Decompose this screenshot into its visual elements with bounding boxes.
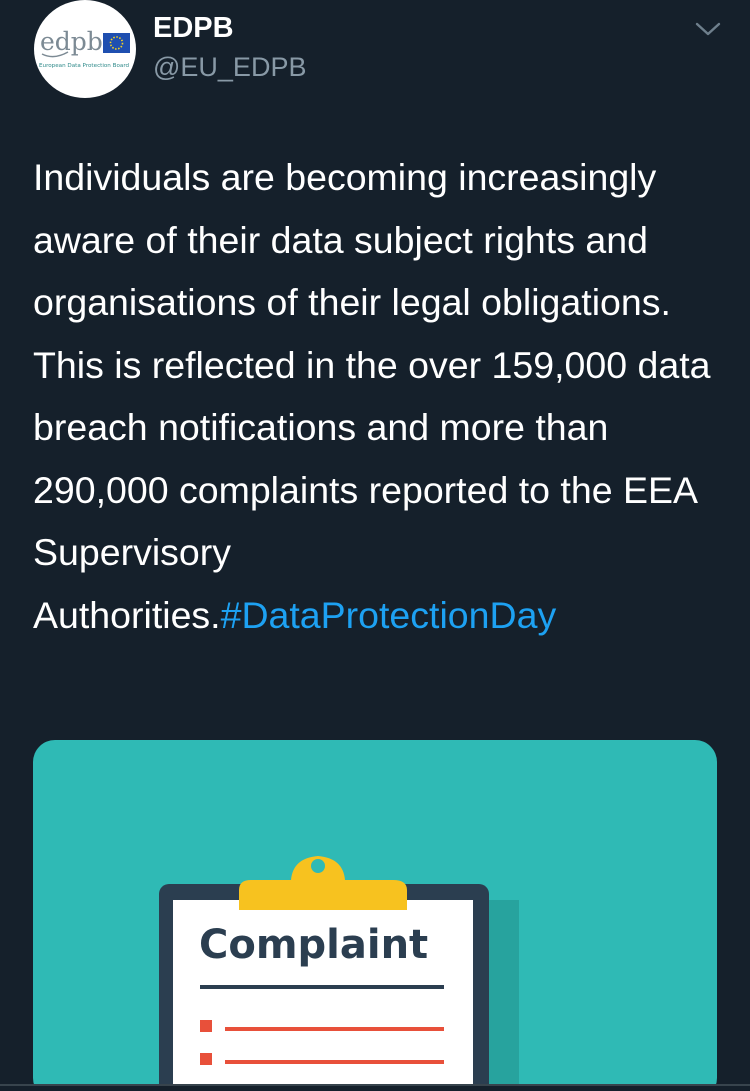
logo-text: edpb <box>40 27 103 56</box>
tweet-text: Individuals are becoming increasingly aw… <box>33 146 723 646</box>
clipboard-title: Complaint <box>199 922 429 968</box>
tweet-body: Individuals are becoming increasingly aw… <box>33 156 711 636</box>
avatar[interactable]: edpb European Data Protection Board <box>34 0 136 98</box>
hashtag-link[interactable]: #DataProtectionDay <box>221 594 557 636</box>
clipboard-illustration <box>159 856 519 1091</box>
user-handle[interactable]: @EU_EDPB <box>153 52 306 83</box>
list-line <box>225 1060 444 1064</box>
list-bullet <box>200 1020 212 1032</box>
logo-subtitle: European Data Protection Board <box>39 63 130 69</box>
divider <box>0 1084 750 1091</box>
display-name[interactable]: EDPB <box>153 12 234 45</box>
clip-hole <box>311 859 325 873</box>
list-bullet <box>200 1053 212 1065</box>
title-underline <box>200 985 444 989</box>
edpb-logo: edpb European Data Protection Board <box>39 27 130 69</box>
eu-flag-icon <box>103 33 130 53</box>
list-line <box>225 1027 444 1031</box>
chevron-down-icon[interactable] <box>694 18 722 40</box>
tweet-image[interactable]: Complaint <box>33 740 717 1091</box>
tweet: edpb European Data Protection Board EDPB… <box>0 0 750 1091</box>
